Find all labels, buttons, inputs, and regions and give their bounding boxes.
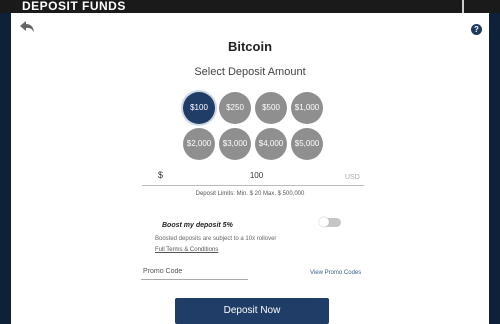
- amount-option-3000[interactable]: $3,000: [219, 128, 251, 160]
- top-bar-right-panel: [462, 0, 500, 13]
- boost-description: Boosted deposits are subject to a 10x ro…: [155, 236, 277, 242]
- top-bar: DEPOSIT FUNDS: [0, 0, 500, 13]
- back-arrow-icon: [20, 21, 34, 32]
- amount-option-100[interactable]: $100: [183, 92, 215, 124]
- view-promo-codes-link[interactable]: View Promo Codes: [310, 270, 361, 276]
- currency-symbol: $: [158, 170, 164, 180]
- boost-label: Boost my deposit 5%: [162, 222, 233, 229]
- deposit-now-button[interactable]: Deposit Now: [175, 298, 329, 324]
- left-edge-panel: [0, 13, 11, 324]
- promo-code-input[interactable]: [141, 263, 248, 280]
- amount-option-500[interactable]: $500: [255, 92, 287, 124]
- amount-option-4000[interactable]: $4,000: [255, 128, 287, 160]
- amount-input[interactable]: [167, 167, 346, 183]
- amount-option-2000[interactable]: $2,000: [183, 128, 215, 160]
- currency-code: USD: [345, 174, 360, 181]
- toggle-knob: [319, 217, 329, 227]
- terms-link[interactable]: Full Terms & Conditions: [155, 247, 218, 253]
- boost-toggle[interactable]: [319, 217, 341, 227]
- page-title: Bitcoin: [227, 39, 273, 54]
- amount-option-5000[interactable]: $5,000: [291, 128, 323, 160]
- help-button[interactable]: ?: [471, 24, 482, 35]
- amount-underline: [142, 185, 364, 186]
- back-button[interactable]: [18, 20, 36, 34]
- page-header-title: DEPOSIT FUNDS: [22, 0, 126, 13]
- select-amount-heading: Select Deposit Amount: [194, 66, 306, 78]
- amount-option-1000[interactable]: $1,000: [291, 92, 323, 124]
- amount-option-250[interactable]: $250: [219, 92, 251, 124]
- right-edge-panel: [489, 13, 500, 324]
- deposit-limits-text: Deposit Limits: Min. $ 20 Max. $ 500,000: [195, 191, 305, 197]
